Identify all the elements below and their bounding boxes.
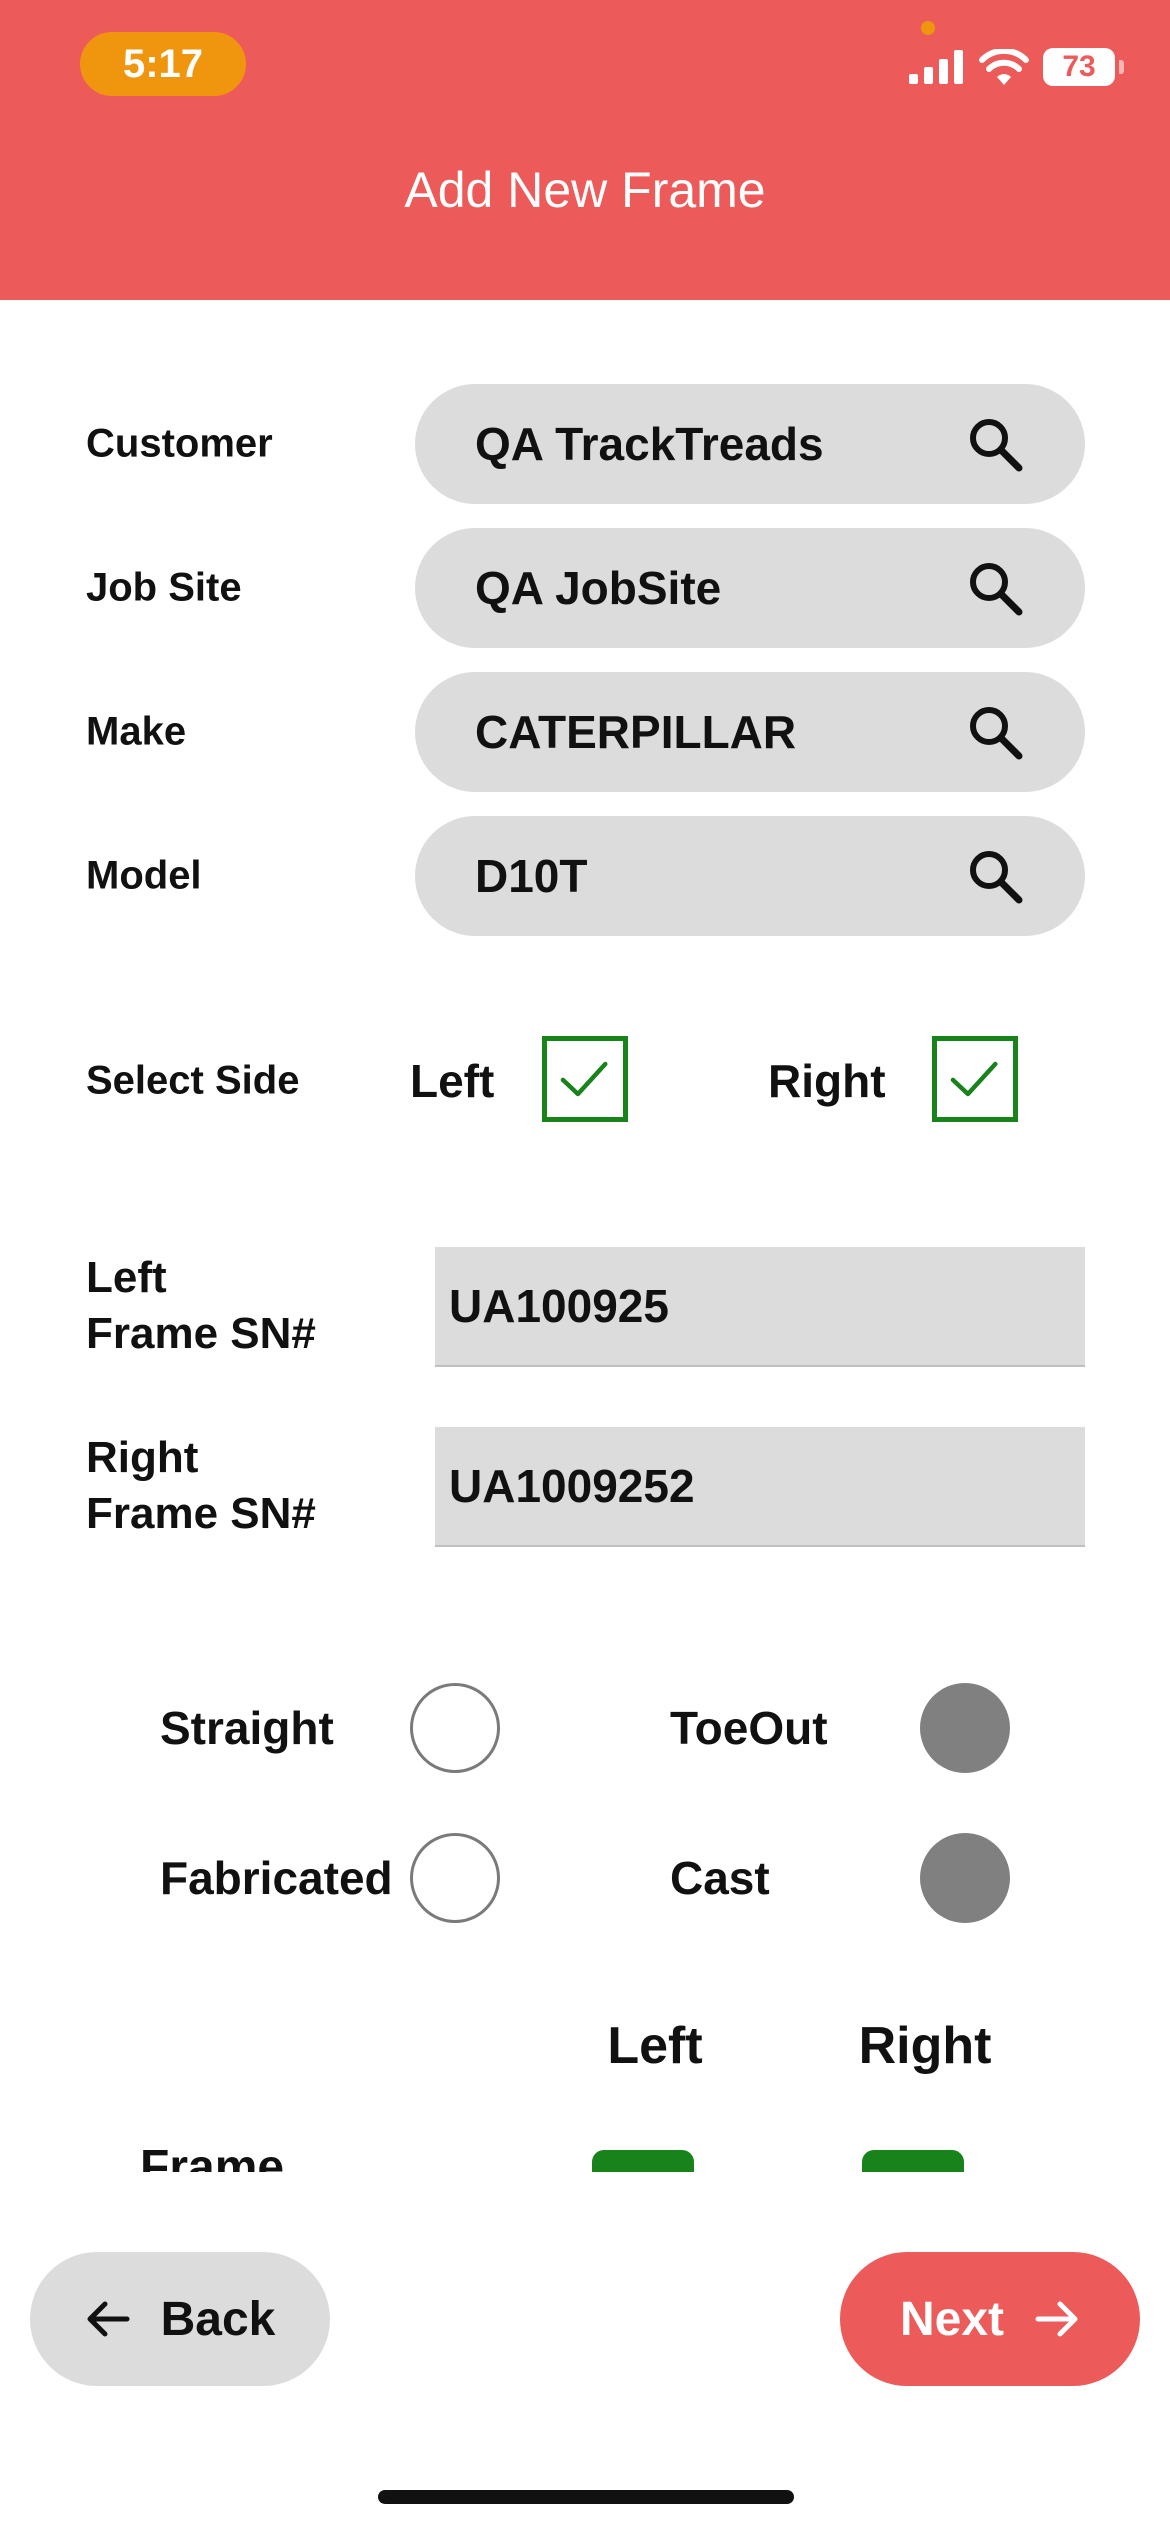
next-button-label: Next	[899, 2292, 1005, 2346]
battery-level: 73	[1062, 50, 1096, 83]
back-button[interactable]: Back	[30, 2252, 330, 2386]
left-side-label: Left	[410, 1055, 495, 1107]
left-side-checkbox[interactable]	[542, 1036, 628, 1122]
camera-indicator-dot	[921, 21, 935, 35]
customer-label: Customer	[86, 421, 273, 466]
right-frame-sn-value: UA1009252	[449, 1460, 695, 1512]
home-indicator	[378, 2490, 794, 2504]
search-icon[interactable]	[965, 558, 1025, 618]
customer-value: QA TrackTreads	[475, 418, 824, 470]
make-search-field[interactable]: CATERPILLAR	[415, 672, 1085, 792]
search-icon[interactable]	[965, 846, 1025, 906]
toeout-radio[interactable]	[920, 1683, 1010, 1773]
status-time: 5:17	[80, 32, 246, 96]
checkmark-icon	[950, 1061, 998, 1097]
straight-radio[interactable]	[410, 1683, 500, 1773]
right-side-checkbox[interactable]	[932, 1036, 1018, 1122]
left-frame-sn-label-line1: Left	[86, 1253, 167, 1302]
right-column-heading: Right	[858, 2017, 992, 2075]
job-site-value: QA JobSite	[475, 562, 722, 614]
right-frame-sn-label-line1: Right	[86, 1433, 199, 1482]
cellular-signal-icon	[909, 50, 963, 84]
left-frame-sn-label-line2: Frame SN#	[86, 1309, 316, 1358]
model-label: Model	[86, 853, 202, 898]
left-frame-status-icon[interactable]	[592, 2150, 694, 2172]
model-search-field[interactable]: D10T	[415, 816, 1085, 936]
select-side-label: Select Side	[86, 1058, 300, 1103]
scroll-clipped-row: Frame	[0, 2130, 1170, 2172]
left-frame-sn-label: Left Frame SN#	[86, 1250, 316, 1362]
arrow-left-icon	[87, 2301, 130, 2337]
make-value: CATERPILLAR	[475, 706, 797, 758]
search-icon[interactable]	[965, 414, 1025, 474]
battery-tip	[1119, 60, 1124, 74]
customer-search-field[interactable]: QA TrackTreads	[415, 384, 1085, 504]
straight-label: Straight	[160, 1702, 334, 1754]
fabricated-radio[interactable]	[410, 1833, 500, 1923]
status-icons: 73	[909, 48, 1124, 86]
cast-radio[interactable]	[920, 1833, 1010, 1923]
left-frame-sn-value: UA100925	[449, 1280, 669, 1332]
checkmark-icon	[560, 1061, 608, 1097]
model-value: D10T	[475, 850, 588, 902]
toeout-label: ToeOut	[670, 1702, 828, 1754]
make-label: Make	[86, 709, 187, 754]
arrow-right-icon	[1035, 2301, 1078, 2337]
battery-icon: 73	[1043, 48, 1115, 86]
left-frame-sn-input[interactable]: UA100925	[435, 1247, 1085, 1367]
right-frame-sn-input[interactable]: UA1009252	[435, 1427, 1085, 1547]
page-title: Add New Frame	[404, 162, 766, 218]
next-button[interactable]: Next	[840, 2252, 1140, 2386]
right-frame-sn-label-line2: Frame SN#	[86, 1489, 316, 1538]
fabricated-label: Fabricated	[160, 1852, 393, 1904]
left-column-heading: Left	[607, 2017, 703, 2075]
job-site-search-field[interactable]: QA JobSite	[415, 528, 1085, 648]
job-site-label: Job Site	[86, 565, 242, 610]
back-button-label: Back	[160, 2292, 276, 2346]
cast-label: Cast	[670, 1852, 770, 1904]
wifi-icon	[979, 49, 1029, 85]
frame-row-label: Frame	[140, 2141, 285, 2172]
search-icon[interactable]	[965, 702, 1025, 762]
right-frame-status-icon[interactable]	[862, 2150, 964, 2172]
right-side-label: Right	[768, 1055, 886, 1107]
right-frame-sn-label: Right Frame SN#	[86, 1430, 316, 1542]
